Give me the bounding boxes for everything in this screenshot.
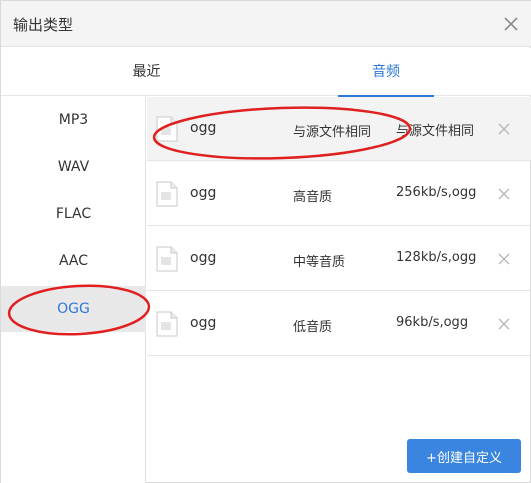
tab-recent[interactable]: 最近 [41, 48, 252, 96]
preset-row[interactable]: ogg 与源文件相同 与源文件相同 [147, 97, 531, 161]
preset-list: ogg 与源文件相同 与源文件相同 ogg 高音质 256kb/s,ogg og… [147, 97, 531, 483]
format-item-mp3[interactable]: MP3 [1, 97, 146, 143]
remove-preset-icon[interactable] [497, 121, 511, 135]
preset-row[interactable]: ogg 高音质 256kb/s,ogg [147, 162, 531, 226]
output-type-dialog: 输出类型 最近 音频 MP3 WAV FLAC AAC OGG ogg 与源文件… [0, 0, 531, 483]
format-item-aac[interactable]: AAC [1, 238, 146, 284]
format-item-flac[interactable]: FLAC [1, 191, 146, 237]
dialog-titlebar: 输出类型 [1, 1, 531, 47]
preset-name: ogg [190, 250, 217, 266]
preset-bitrate: 128kb/s,ogg [396, 250, 477, 265]
dialog-title: 输出类型 [13, 16, 74, 34]
audio-file-icon [156, 311, 178, 337]
create-custom-button[interactable]: +创建自定义 [407, 439, 521, 473]
preset-row[interactable]: ogg 低音质 96kb/s,ogg [147, 292, 531, 356]
preset-name: ogg [190, 185, 217, 201]
tab-bar: 最近 音频 [1, 48, 531, 97]
preset-row[interactable]: ogg 中等音质 128kb/s,ogg [147, 227, 531, 291]
preset-quality: 高音质 [293, 190, 333, 205]
preset-quality: 低音质 [293, 320, 333, 335]
preset-name: ogg [190, 120, 217, 136]
remove-preset-icon[interactable] [497, 251, 511, 265]
preset-bitrate: 256kb/s,ogg [396, 185, 477, 200]
preset-quality: 与源文件相同 [293, 125, 372, 140]
format-sidebar: MP3 WAV FLAC AAC OGG [1, 97, 146, 483]
preset-bitrate: 与源文件相同 [396, 124, 475, 139]
remove-preset-icon[interactable] [497, 186, 511, 200]
format-item-ogg[interactable]: OGG [1, 286, 146, 332]
preset-quality: 中等音质 [293, 255, 346, 270]
preset-name: ogg [190, 315, 217, 331]
audio-file-icon [156, 116, 178, 142]
tab-audio[interactable]: 音频 [338, 48, 434, 97]
format-item-wav[interactable]: WAV [1, 144, 146, 190]
preset-bitrate: 96kb/s,ogg [396, 315, 469, 330]
remove-preset-icon[interactable] [497, 316, 511, 330]
audio-file-icon [156, 246, 178, 272]
close-icon[interactable] [498, 11, 524, 37]
audio-file-icon [156, 181, 178, 207]
